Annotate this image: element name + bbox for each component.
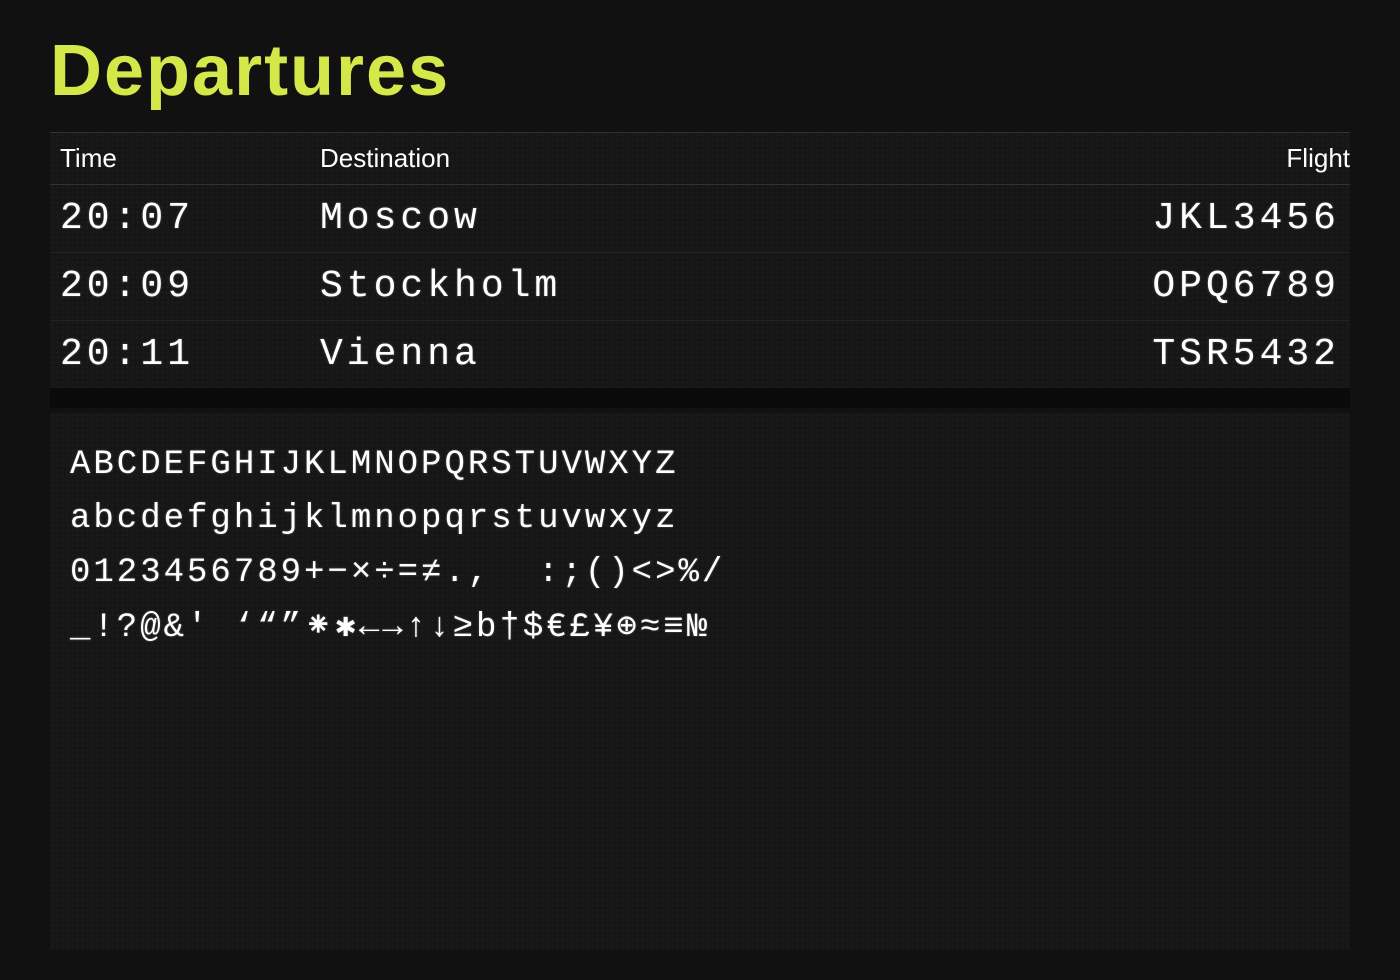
special-chars: _!?@&' ‘“”⁕✱←→↑↓≥b†$€£¥⊕≈≡№ [60,601,1340,655]
header-time: Time [60,143,320,174]
flight-dest-3: Vienna [320,333,1040,376]
flight-time-1: 20:07 [60,197,320,240]
character-display: ABCDEFGHIJKLMNOPQRSTUVWXYZ abcdefghijklm… [50,413,1350,950]
flight-number-1: JKL3456 [1040,197,1340,240]
flight-dest-1: Moscow [320,197,1040,240]
section-divider [50,388,1350,408]
board-title: Departures [50,30,1350,112]
header-flight: Flight [1050,143,1350,174]
flight-number-3: TSR5432 [1040,333,1340,376]
flight-row-3: 20:11 Vienna TSR5432 [50,321,1350,388]
flight-row-1: 20:07 Moscow JKL3456 [50,185,1350,253]
flight-number-2: OPQ6789 [1040,265,1340,308]
header-destination: Destination [320,143,1050,174]
flight-time-3: 20:11 [60,333,320,376]
numbers-symbols: 0123456789+−×÷=≠., :;()<>%/ [60,546,1340,600]
column-headers: Time Destination Flight [50,132,1350,185]
board-wrapper: Departures Time Destination Flight 20:07… [0,0,1400,980]
flights-section: 20:07 Moscow JKL3456 20:09 Stockholm OPQ… [50,185,1350,388]
lowercase-chars: abcdefghijklmnopqrstuvwxyz [60,492,1340,546]
flight-row-2: 20:09 Stockholm OPQ6789 [50,253,1350,321]
uppercase-chars: ABCDEFGHIJKLMNOPQRSTUVWXYZ [60,438,1340,492]
departures-board: Departures Time Destination Flight 20:07… [0,0,1400,980]
flight-dest-2: Stockholm [320,265,1040,308]
flight-time-2: 20:09 [60,265,320,308]
